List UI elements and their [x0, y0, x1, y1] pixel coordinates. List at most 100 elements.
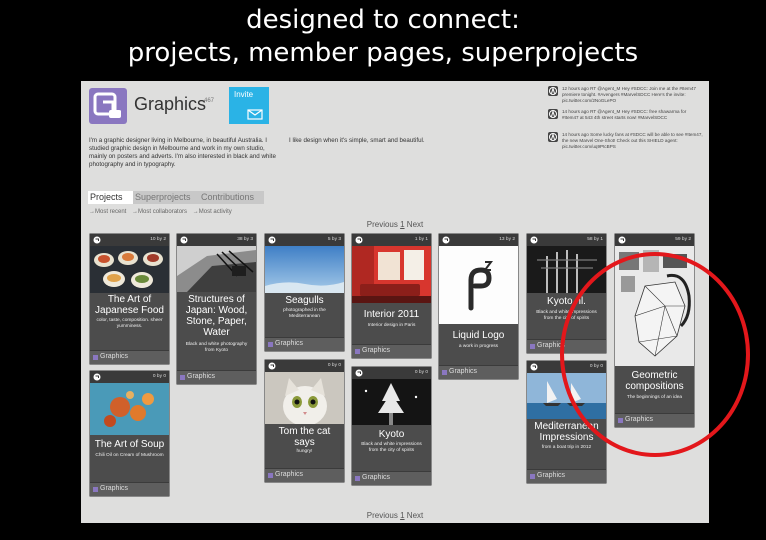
- project-image: [439, 246, 518, 324]
- project-title: The Art of Japanese Food: [95, 294, 164, 316]
- contribution-count: 0 by 0: [589, 364, 603, 369]
- group-tag-label: Graphics: [275, 471, 304, 478]
- project-description: hungry!: [296, 449, 313, 454]
- slide-title-line-1: designed to connect:: [246, 5, 520, 35]
- project-image: [352, 379, 431, 425]
- project-card[interactable]: 58 by 1 Kyoto nl. Black and white impres…: [527, 234, 606, 353]
- contribution-count: 0 by 0: [152, 374, 166, 379]
- group-tag[interactable]: Graphics: [615, 413, 694, 427]
- group-tag-label: Graphics: [362, 474, 391, 481]
- group-tag[interactable]: Graphics: [527, 469, 606, 483]
- avengers-icon: [548, 109, 558, 119]
- project-image: [265, 246, 344, 293]
- project-description: Black and white impressions from the cit…: [361, 442, 422, 453]
- pager-bottom: Previous 1 Next: [81, 511, 709, 520]
- sort-most-collaborators[interactable]: →Most collaborators: [132, 209, 187, 215]
- group-tag-label: Graphics: [275, 340, 304, 347]
- project-title: Structures of Japan: Wood, Stone, Paper,…: [185, 294, 248, 338]
- project-description: color, taste, composition. sheer yummine…: [96, 318, 163, 329]
- group-tag[interactable]: Graphics: [352, 344, 431, 358]
- project-image: [352, 246, 431, 303]
- project-title: Tom the cat says: [278, 426, 331, 448]
- slide-title-line-2: projects, member pages, superprojects: [127, 38, 639, 68]
- pager-previous[interactable]: Previous: [367, 220, 398, 229]
- group-tag[interactable]: Graphics: [90, 350, 169, 364]
- project-image: [90, 383, 169, 435]
- twitter-feed: 12 hours ago RT @Agent_M Hey #SDCC: Join…: [548, 86, 704, 155]
- group-tag-label: Graphics: [449, 368, 478, 375]
- group-icon: [442, 370, 447, 375]
- group-icon: [268, 473, 273, 478]
- project-icon: [442, 236, 450, 244]
- group-tag-label: Graphics: [100, 485, 129, 492]
- project-title: Liquid Logo: [452, 330, 505, 341]
- contribution-count: 1 by 1: [414, 237, 428, 242]
- project-icon: [355, 236, 363, 244]
- sort-most-recent[interactable]: →Most recent: [89, 209, 126, 215]
- pager-current-page[interactable]: 1: [400, 511, 404, 520]
- group-icon: [93, 355, 98, 360]
- project-icon: [93, 236, 101, 244]
- group-logo-icon: [93, 92, 121, 118]
- project-image: [527, 246, 606, 293]
- pager-next[interactable]: Next: [407, 511, 423, 520]
- tab-superprojects[interactable]: Superprojects: [133, 191, 199, 204]
- project-image: [615, 246, 694, 366]
- sort-most-activity[interactable]: →Most activity: [193, 209, 232, 215]
- invite-button[interactable]: Invite: [229, 87, 269, 124]
- group-tag[interactable]: Graphics: [177, 370, 256, 384]
- contribution-count: 13 by 2: [499, 237, 515, 242]
- group-tag[interactable]: Graphics: [352, 471, 431, 485]
- project-description: photographed in the Mediterranean: [283, 308, 326, 319]
- group-tag[interactable]: Graphics: [265, 337, 344, 351]
- group-icon: [180, 375, 185, 380]
- project-description: The beginnings of an idea: [626, 395, 683, 400]
- project-card[interactable]: 5 by 3 Seagulls photographed in the Medi…: [265, 234, 344, 351]
- contribution-count: 0 by 0: [327, 363, 341, 368]
- group-page: Graphics 467 Invite I'm a graphic design…: [81, 81, 709, 523]
- slide-title: designed to connect: projects, member pa…: [0, 4, 766, 70]
- project-card[interactable]: 0 by 0 Mediterranean Impressions from a …: [527, 361, 606, 483]
- tab-projects[interactable]: Projects: [88, 191, 134, 204]
- pager-current-page[interactable]: 1: [400, 220, 404, 229]
- project-card[interactable]: 10 by 2 The Art of Japanese Food color, …: [90, 234, 169, 364]
- project-card[interactable]: 38 by 3 Structures of Japan: Wood, Stone…: [177, 234, 256, 384]
- contribution-count: 10 by 2: [150, 237, 166, 242]
- tweet-text: 14 hours ago Some lucky fans at #SDCC wi…: [562, 132, 703, 149]
- group-tag[interactable]: Graphics: [265, 468, 344, 482]
- project-description: Interior design in Paris: [367, 323, 416, 328]
- project-card[interactable]: 1 by 1 Interior 2011 Interior design in …: [352, 234, 431, 358]
- tweet-text: 12 hours ago RT @Agent_M Hey #SDCC: Join…: [562, 86, 696, 103]
- group-icon: [355, 476, 360, 481]
- project-title: Seagulls: [285, 295, 324, 306]
- project-description: Black and white photography from Kyoto: [185, 342, 248, 353]
- sort-options: →Most recent →Most collaborators →Most a…: [89, 209, 236, 215]
- group-tag-label: Graphics: [625, 416, 654, 423]
- project-card[interactable]: 0 by 0 Kyoto Black and white impressions…: [352, 367, 431, 485]
- project-title: Kyoto nl.: [547, 296, 586, 307]
- group-tag[interactable]: Graphics: [90, 482, 169, 496]
- envelope-icon: [247, 109, 263, 120]
- tweet: 14 hours ago RT @Agent_M Hey #SDCC: free…: [548, 109, 704, 129]
- project-card[interactable]: 59 by 2 Geometric compositions The begin…: [615, 234, 694, 427]
- project-card[interactable]: 13 by 2 Liquid Logo a work in progress G…: [439, 234, 518, 379]
- group-tag[interactable]: Graphics: [527, 339, 606, 353]
- project-icon: [93, 373, 101, 381]
- project-card[interactable]: 0 by 0 Tom the cat says hungry! Graphics: [265, 360, 344, 482]
- project-icon: [618, 236, 626, 244]
- project-title: Geometric compositions: [625, 370, 684, 392]
- project-image: [265, 372, 344, 424]
- group-tagline: I like design when it's simple, smart an…: [289, 137, 425, 144]
- group-tag[interactable]: Graphics: [439, 365, 518, 379]
- contribution-count: 38 by 3: [237, 237, 253, 242]
- project-icon: [268, 362, 276, 370]
- pager-previous[interactable]: Previous: [367, 511, 398, 520]
- group-icon: [93, 487, 98, 492]
- group-tag-label: Graphics: [187, 373, 216, 380]
- project-card[interactable]: 0 by 0 The Art of Soup Chili Oil on Crea…: [90, 371, 169, 496]
- tab-contributions[interactable]: Contributions: [199, 191, 264, 204]
- group-icon: [530, 474, 535, 479]
- group-icon: [618, 418, 623, 423]
- pager-next[interactable]: Next: [407, 220, 423, 229]
- group-logo[interactable]: [89, 88, 127, 124]
